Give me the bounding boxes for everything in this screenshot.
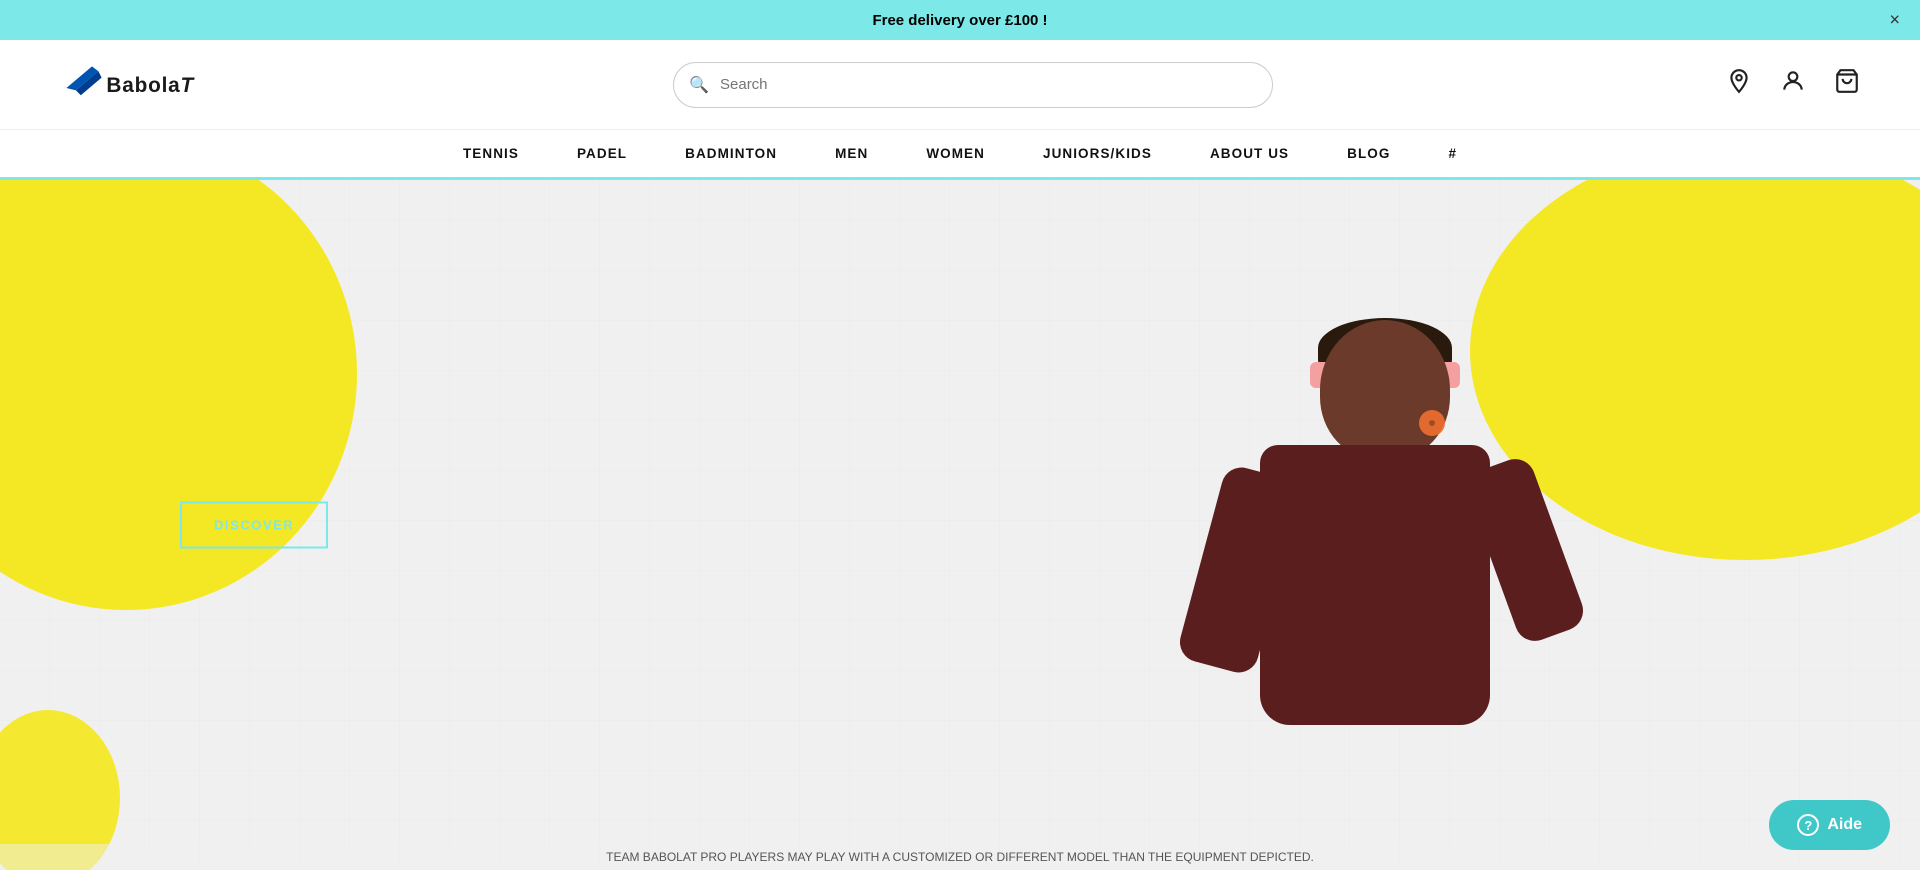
athlete-head	[1320, 320, 1450, 460]
navbar: TENNIS PADEL BADMINTON MEN WOMEN JUNIORS…	[0, 130, 1920, 180]
nav-item-blog[interactable]: BLOG	[1343, 146, 1394, 161]
hero-section: DISCOVER TEAM BABOLAT PRO PLAYERS MAY PL…	[0, 180, 1920, 870]
nav-item-badminton[interactable]: BADMINTON	[681, 146, 781, 161]
hero-athlete	[1200, 290, 1580, 870]
nav-item-tennis[interactable]: TENNIS	[459, 146, 523, 161]
aide-label: Aide	[1827, 816, 1862, 834]
cart-icon[interactable]	[1834, 68, 1860, 101]
nav-item-about[interactable]: ABOUT US	[1206, 146, 1293, 161]
search-icon: 🔍	[689, 75, 709, 95]
header: BabolaT 🔍	[0, 40, 1920, 130]
cursor-indicator	[1419, 410, 1445, 436]
nav-item-women[interactable]: WOMEN	[922, 146, 989, 161]
nav-item-juniors[interactable]: JUNIORS/KIDS	[1039, 146, 1156, 161]
question-icon: ?	[1797, 814, 1819, 836]
athlete-torso	[1260, 445, 1490, 725]
babolat-logo[interactable]: BabolaT	[60, 57, 220, 107]
svg-text:BabolaT: BabolaT	[106, 74, 195, 97]
hero-caption-text: TEAM BABOLAT PRO PLAYERS MAY PLAY WITH A…	[606, 850, 1314, 864]
nav-item-padel[interactable]: PADEL	[573, 146, 631, 161]
header-icons	[1726, 68, 1860, 101]
athlete-body	[1200, 290, 1580, 870]
announcement-text: Free delivery over £100 !	[872, 12, 1047, 29]
location-icon[interactable]	[1726, 68, 1752, 101]
hero-caption: TEAM BABOLAT PRO PLAYERS MAY PLAY WITH A…	[0, 844, 1920, 870]
announcement-close[interactable]: ×	[1889, 10, 1900, 31]
nav-item-men[interactable]: MEN	[831, 146, 872, 161]
search-input[interactable]	[673, 62, 1273, 108]
nav-item-hash[interactable]: #	[1444, 146, 1461, 161]
search-form: 🔍	[673, 62, 1273, 108]
announcement-bar: Free delivery over £100 ! ×	[0, 0, 1920, 40]
account-icon[interactable]	[1780, 68, 1806, 101]
logo[interactable]: BabolaT	[60, 57, 220, 112]
search-area: 🔍	[220, 62, 1726, 108]
aide-button[interactable]: ? Aide	[1769, 800, 1890, 850]
discover-button[interactable]: DISCOVER	[180, 502, 328, 549]
